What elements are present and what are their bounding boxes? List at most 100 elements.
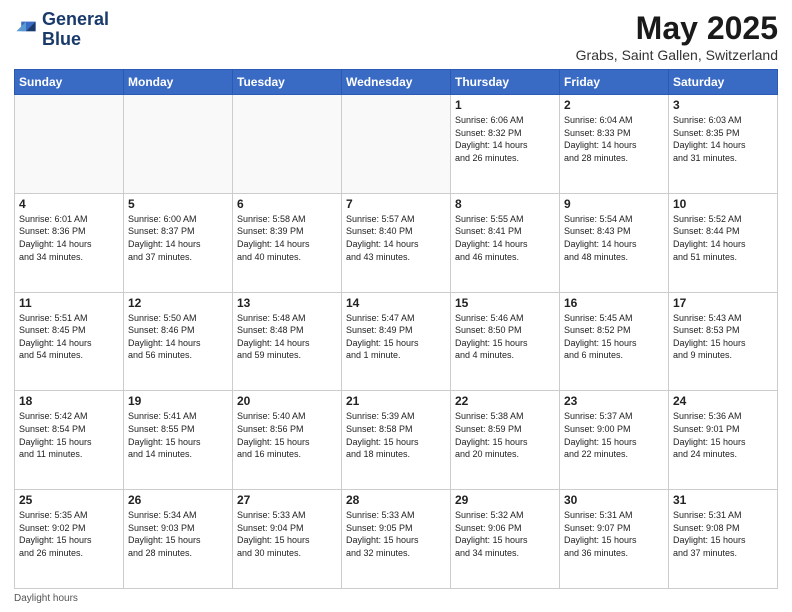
calendar-cell: 15Sunrise: 5:46 AM Sunset: 8:50 PM Dayli… (451, 292, 560, 391)
calendar-cell: 19 Sunrise: 5:41 AM Sunset: 8:55 PM Dayli… (124, 391, 233, 490)
calendar-cell: 14 Sunrise: 5:47 AM Sunset: 8:49 PM Dayli… (342, 292, 451, 391)
calendar-cell: 7 Sunrise: 5:57 AM Sunset: 8:40 PM Daylig… (342, 193, 451, 292)
day-number: 26 (128, 493, 228, 507)
calendar-week-4: 18 Sunrise: 5:42 AM Sunset: 8:54 PM Dayli… (15, 391, 778, 490)
day-header-friday: Friday (560, 70, 669, 95)
day-header-tuesday: Tuesday (233, 70, 342, 95)
day-number: 4 (19, 197, 119, 211)
cell-info: Sunrise: 5:57 AM Sunset: 8:40 PM Dayligh… (346, 213, 446, 263)
calendar-week-1: 1Sunrise: 6:06 AM Sunset: 8:32 PM Daylig… (15, 95, 778, 194)
calendar-cell: 29Sunrise: 5:32 AM Sunset: 9:06 PM Dayli… (451, 490, 560, 589)
cell-info: Sunrise: 5:39 AM Sunset: 8:58 PM Dayligh… (346, 410, 446, 460)
cell-info: Sunrise: 5:51 AM Sunset: 8:45 PM Dayligh… (19, 312, 119, 362)
cell-info: Sunrise: 5:41 AM Sunset: 8:55 PM Dayligh… (128, 410, 228, 460)
day-number: 20 (237, 394, 337, 408)
day-number: 25 (19, 493, 119, 507)
day-number: 23 (564, 394, 664, 408)
cell-info: Sunrise: 5:43 AM Sunset: 8:53 PM Dayligh… (673, 312, 773, 362)
cell-info: Sunrise: 5:52 AM Sunset: 8:44 PM Dayligh… (673, 213, 773, 263)
day-number: 31 (673, 493, 773, 507)
day-number: 10 (673, 197, 773, 211)
logo-text: General Blue (42, 10, 109, 50)
cell-info: Sunrise: 5:37 AM Sunset: 9:00 PM Dayligh… (564, 410, 664, 460)
calendar-cell: 27 Sunrise: 5:33 AM Sunset: 9:04 PM Dayli… (233, 490, 342, 589)
day-number: 21 (346, 394, 446, 408)
calendar-cell (233, 95, 342, 194)
logo-line1: General (42, 10, 109, 30)
footer: Daylight hours (14, 593, 778, 604)
calendar-cell: 25 Sunrise: 5:35 AM Sunset: 9:02 PM Dayli… (15, 490, 124, 589)
day-number: 14 (346, 296, 446, 310)
calendar-cell: 3Sunrise: 6:03 AM Sunset: 8:35 PM Daylig… (669, 95, 778, 194)
day-header-thursday: Thursday (451, 70, 560, 95)
cell-info: Sunrise: 5:54 AM Sunset: 8:43 PM Dayligh… (564, 213, 664, 263)
cell-info: Sunrise: 5:47 AM Sunset: 8:49 PM Dayligh… (346, 312, 446, 362)
logo-line2: Blue (42, 30, 109, 50)
calendar-cell: 20Sunrise: 5:40 AM Sunset: 8:56 PM Dayli… (233, 391, 342, 490)
calendar-table: SundayMondayTuesdayWednesdayThursdayFrid… (14, 69, 778, 589)
calendar-cell (342, 95, 451, 194)
calendar-week-2: 4 Sunrise: 6:01 AM Sunset: 8:36 PM Daylig… (15, 193, 778, 292)
day-number: 29 (455, 493, 555, 507)
calendar-cell: 1Sunrise: 6:06 AM Sunset: 8:32 PM Daylig… (451, 95, 560, 194)
calendar-cell: 17Sunrise: 5:43 AM Sunset: 8:53 PM Dayli… (669, 292, 778, 391)
cell-info: Sunrise: 5:48 AM Sunset: 8:48 PM Dayligh… (237, 312, 337, 362)
day-number: 27 (237, 493, 337, 507)
cell-info: Sunrise: 5:33 AM Sunset: 9:04 PM Dayligh… (237, 509, 337, 559)
cell-info: Sunrise: 5:34 AM Sunset: 9:03 PM Dayligh… (128, 509, 228, 559)
calendar-cell: 6 Sunrise: 5:58 AM Sunset: 8:39 PM Daylig… (233, 193, 342, 292)
cell-info: Sunrise: 5:33 AM Sunset: 9:05 PM Dayligh… (346, 509, 446, 559)
calendar-cell: 26 Sunrise: 5:34 AM Sunset: 9:03 PM Dayli… (124, 490, 233, 589)
day-number: 18 (19, 394, 119, 408)
calendar-cell: 2Sunrise: 6:04 AM Sunset: 8:33 PM Daylig… (560, 95, 669, 194)
cell-info: Sunrise: 5:50 AM Sunset: 8:46 PM Dayligh… (128, 312, 228, 362)
cell-info: Sunrise: 5:38 AM Sunset: 8:59 PM Dayligh… (455, 410, 555, 460)
header: General Blue May 2025 Grabs, Saint Galle… (14, 10, 778, 63)
cell-info: Sunrise: 5:36 AM Sunset: 9:01 PM Dayligh… (673, 410, 773, 460)
cell-info: Sunrise: 5:58 AM Sunset: 8:39 PM Dayligh… (237, 213, 337, 263)
day-number: 11 (19, 296, 119, 310)
calendar-cell: 16Sunrise: 5:45 AM Sunset: 8:52 PM Dayli… (560, 292, 669, 391)
day-header-monday: Monday (124, 70, 233, 95)
calendar-cell: 30Sunrise: 5:31 AM Sunset: 9:07 PM Dayli… (560, 490, 669, 589)
cell-info: Sunrise: 5:42 AM Sunset: 8:54 PM Dayligh… (19, 410, 119, 460)
calendar-cell: 21 Sunrise: 5:39 AM Sunset: 8:58 PM Dayli… (342, 391, 451, 490)
cell-info: Sunrise: 6:01 AM Sunset: 8:36 PM Dayligh… (19, 213, 119, 263)
day-number: 8 (455, 197, 555, 211)
calendar-cell (124, 95, 233, 194)
cell-info: Sunrise: 6:00 AM Sunset: 8:37 PM Dayligh… (128, 213, 228, 263)
day-number: 12 (128, 296, 228, 310)
calendar-cell: 11 Sunrise: 5:51 AM Sunset: 8:45 PM Dayli… (15, 292, 124, 391)
day-header-saturday: Saturday (669, 70, 778, 95)
calendar-cell: 31 Sunrise: 5:31 AM Sunset: 9:08 PM Dayli… (669, 490, 778, 589)
cell-info: Sunrise: 5:35 AM Sunset: 9:02 PM Dayligh… (19, 509, 119, 559)
calendar-week-5: 25 Sunrise: 5:35 AM Sunset: 9:02 PM Dayli… (15, 490, 778, 589)
calendar-cell: 4 Sunrise: 6:01 AM Sunset: 8:36 PM Daylig… (15, 193, 124, 292)
day-number: 7 (346, 197, 446, 211)
cell-info: Sunrise: 5:45 AM Sunset: 8:52 PM Dayligh… (564, 312, 664, 362)
cell-info: Sunrise: 6:03 AM Sunset: 8:35 PM Dayligh… (673, 114, 773, 164)
page: General Blue May 2025 Grabs, Saint Galle… (0, 0, 792, 612)
calendar-cell: 13 Sunrise: 5:48 AM Sunset: 8:48 PM Dayli… (233, 292, 342, 391)
cell-info: Sunrise: 5:31 AM Sunset: 9:08 PM Dayligh… (673, 509, 773, 559)
day-number: 19 (128, 394, 228, 408)
calendar-cell: 18 Sunrise: 5:42 AM Sunset: 8:54 PM Dayli… (15, 391, 124, 490)
logo: General Blue (14, 10, 109, 50)
main-title: May 2025 (576, 10, 778, 47)
footer-label: Daylight hours (14, 593, 78, 604)
day-number: 1 (455, 98, 555, 112)
calendar-cell: 12 Sunrise: 5:50 AM Sunset: 8:46 PM Dayli… (124, 292, 233, 391)
cell-info: Sunrise: 5:46 AM Sunset: 8:50 PM Dayligh… (455, 312, 555, 362)
day-number: 13 (237, 296, 337, 310)
day-number: 2 (564, 98, 664, 112)
calendar-week-3: 11 Sunrise: 5:51 AM Sunset: 8:45 PM Dayli… (15, 292, 778, 391)
day-number: 9 (564, 197, 664, 211)
calendar-cell: 24Sunrise: 5:36 AM Sunset: 9:01 PM Dayli… (669, 391, 778, 490)
title-block: May 2025 Grabs, Saint Gallen, Switzerlan… (576, 10, 778, 63)
calendar-cell: 8Sunrise: 5:55 AM Sunset: 8:41 PM Daylig… (451, 193, 560, 292)
calendar-cell: 10 Sunrise: 5:52 AM Sunset: 8:44 PM Dayli… (669, 193, 778, 292)
day-number: 6 (237, 197, 337, 211)
logo-icon (14, 18, 38, 42)
day-number: 30 (564, 493, 664, 507)
calendar-cell: 28Sunrise: 5:33 AM Sunset: 9:05 PM Dayli… (342, 490, 451, 589)
